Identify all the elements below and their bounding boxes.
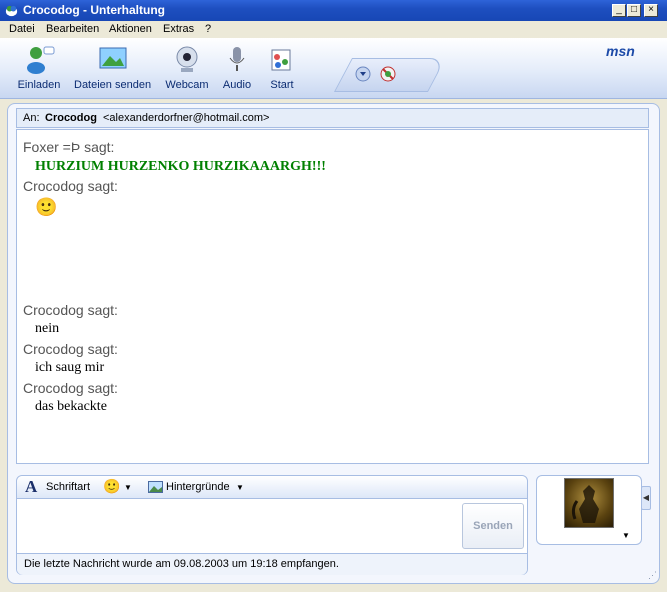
- backgrounds-button[interactable]: Hintergründe: [166, 481, 230, 493]
- menu-datei[interactable]: Datei: [9, 23, 35, 35]
- menu-extras[interactable]: Extras: [163, 23, 194, 35]
- send-files-button[interactable]: Dateien senden: [74, 44, 151, 91]
- message-sender: Crocodog sagt:: [23, 302, 118, 318]
- to-label: An:: [23, 112, 40, 124]
- contact-avatar[interactable]: [564, 478, 614, 528]
- start-activities-icon: [271, 49, 291, 71]
- msn-buddy-icon: [5, 5, 18, 17]
- message-text: ich saug mir: [35, 360, 105, 375]
- chevron-down-icon[interactable]: ▼: [622, 531, 630, 540]
- send-files-label: Dateien senden: [74, 79, 152, 91]
- msn-logo: msn: [606, 43, 635, 59]
- invite-icon: [27, 46, 55, 74]
- contact-email: <alexanderdorfner@hotmail.com>: [103, 112, 270, 124]
- font-button[interactable]: Schriftart: [46, 481, 90, 493]
- minimize-button[interactable]: _: [612, 4, 626, 17]
- webcam-icon: [176, 46, 198, 72]
- message-text: HURZIUM HURZENKO HURZIKAAARGH!!!: [35, 159, 326, 174]
- start-label: Start: [270, 79, 294, 91]
- chevron-down-icon[interactable]: [355, 66, 371, 82]
- message-text: das bekackte: [35, 399, 107, 414]
- message-sender: Crocodog sagt:: [23, 341, 118, 357]
- message-text: nein: [35, 321, 60, 336]
- conversation-history[interactable]: Foxer =Þ sagt: HURZIUM HURZENKO HURZIKAA…: [16, 129, 649, 464]
- start-button[interactable]: Start: [252, 44, 312, 91]
- contact-name: Crocodog: [45, 112, 97, 124]
- block-icon[interactable]: [380, 66, 396, 82]
- send-files-icon: [99, 47, 127, 69]
- message-sender: Crocodog sagt:: [23, 380, 118, 396]
- to-bar: An: Crocodog <alexanderdorfner@hotmail.c…: [16, 108, 649, 128]
- window-title: Crocodog - Unterhaltung: [23, 3, 165, 17]
- menu-bar: [0, 21, 667, 38]
- message-sender: Foxer =Þ sagt:: [23, 139, 115, 155]
- message-sender: Crocodog sagt:: [23, 178, 118, 194]
- avatar-figure-icon: [571, 485, 599, 523]
- menu-help[interactable]: ?: [205, 23, 211, 35]
- background-image-icon[interactable]: [148, 481, 163, 493]
- close-button[interactable]: ×: [644, 4, 658, 17]
- font-icon[interactable]: A: [25, 477, 37, 497]
- collapse-panel-button[interactable]: ◀: [641, 486, 651, 510]
- maximize-button[interactable]: □: [627, 4, 641, 17]
- message-input[interactable]: [18, 500, 462, 552]
- format-toolbar: A Schriftart 🙂 ▼ Hintergründe ▼: [17, 476, 527, 499]
- smiley-emoticon: 🙂: [35, 197, 58, 217]
- menu-aktionen[interactable]: Aktionen: [109, 23, 152, 35]
- invite-label: Einladen: [17, 79, 61, 91]
- chevron-down-icon[interactable]: ▼: [236, 483, 244, 492]
- resize-grip-icon[interactable]: ⋰: [648, 570, 658, 580]
- chevron-down-icon[interactable]: ▼: [124, 483, 132, 492]
- microphone-icon: [229, 47, 245, 71]
- menu-bearbeiten[interactable]: Bearbeiten: [46, 23, 99, 35]
- invite-button[interactable]: Einladen: [9, 44, 69, 91]
- send-button[interactable]: Senden: [462, 503, 524, 549]
- status-text: Die letzte Nachricht wurde am 09.08.2003…: [24, 558, 339, 570]
- emoticon-button[interactable]: 🙂: [103, 478, 120, 495]
